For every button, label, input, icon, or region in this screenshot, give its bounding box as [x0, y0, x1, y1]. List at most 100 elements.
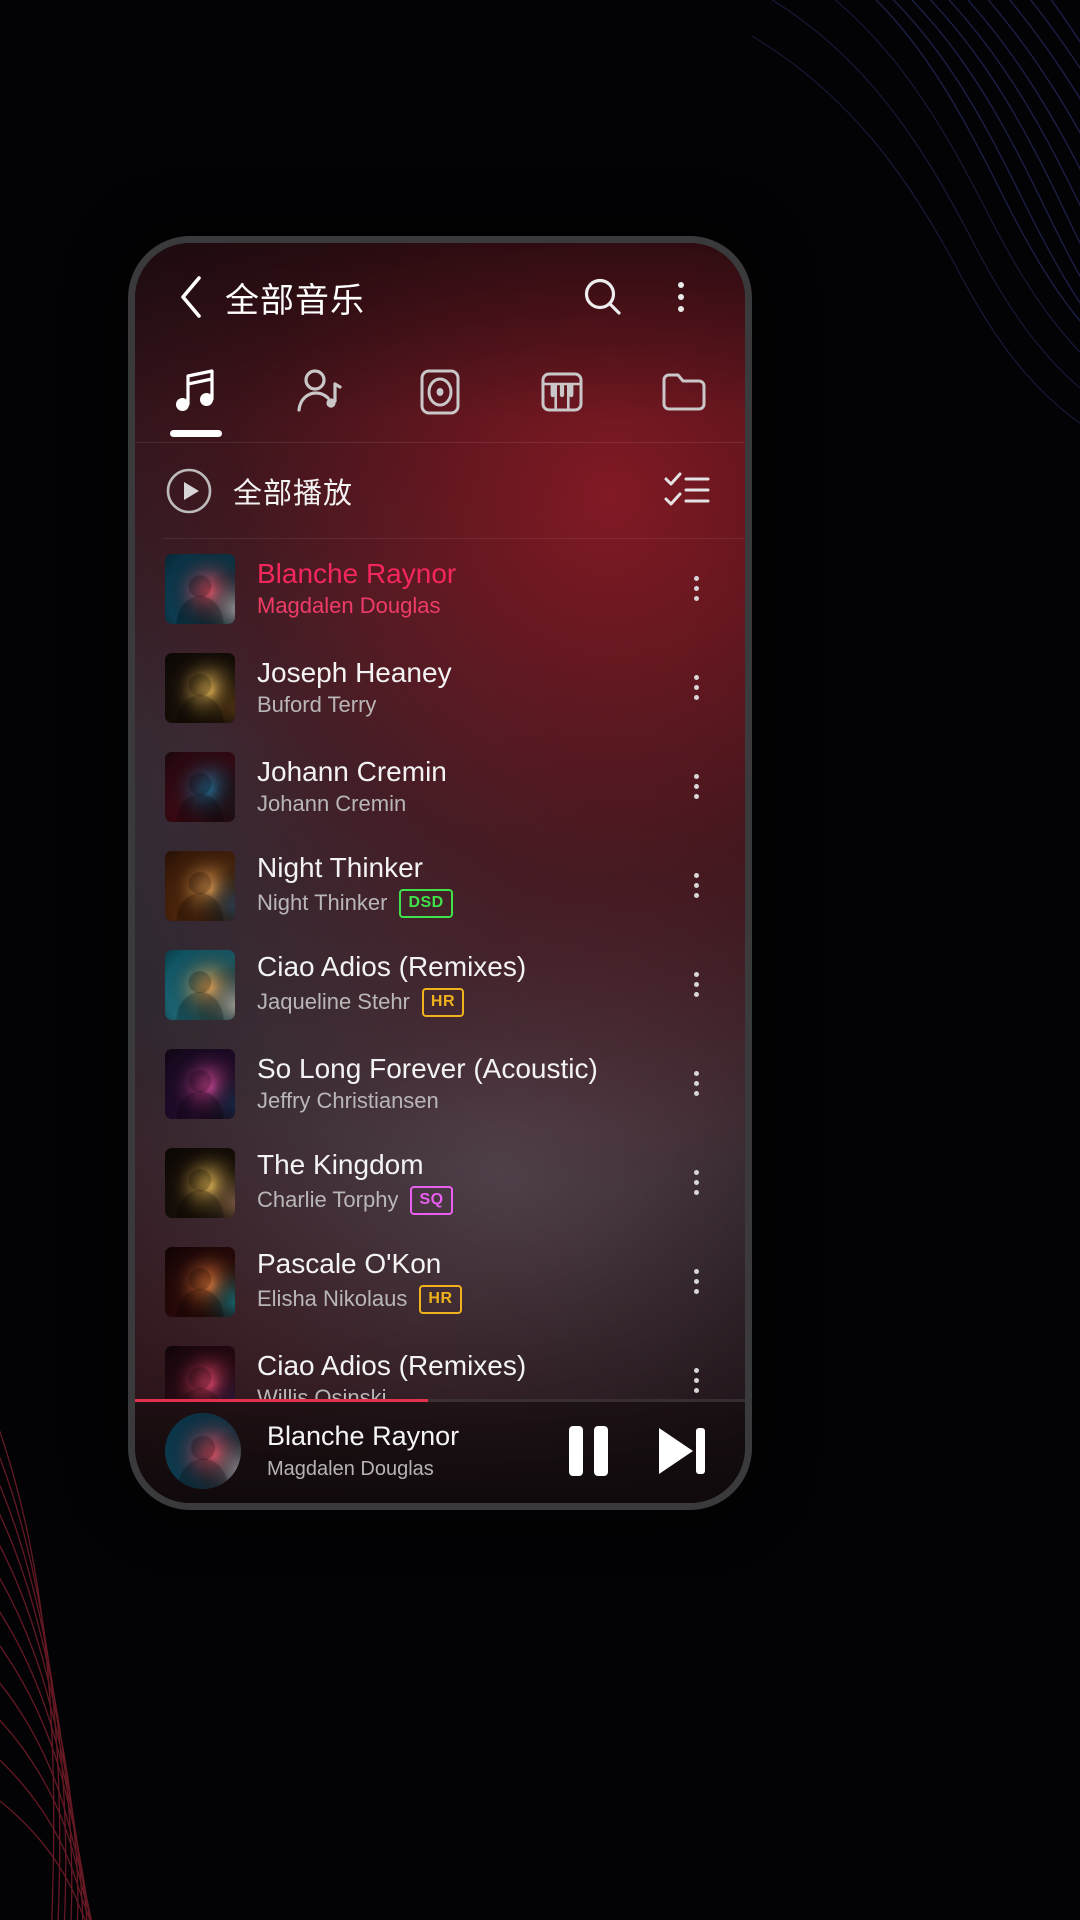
pause-icon [568, 1426, 583, 1476]
tab-albums[interactable] [385, 355, 495, 443]
more-vertical-icon [693, 1368, 699, 1393]
mini-player-artist: Magdalen Douglas [267, 1458, 434, 1480]
back-button[interactable] [163, 269, 219, 325]
checklist-icon [664, 472, 710, 506]
song-title: Joseph Heaney [257, 657, 452, 688]
song-album-art [165, 949, 235, 1020]
more-vertical-icon [693, 576, 699, 601]
more-vertical-icon [693, 1170, 699, 1195]
song-artist: Jaqueline Stehr [257, 990, 410, 1015]
song-meta: So Long Forever (Acoustic) Jeffry Christi… [257, 1054, 673, 1113]
play-all-label: 全部播放 [233, 478, 354, 510]
quality-badge-dsd: DSD [399, 888, 453, 918]
playback-progress-fill [135, 1399, 428, 1402]
song-artist: Night Thinker [257, 891, 388, 916]
song-subline: Night Thinker DSD [257, 888, 673, 918]
song-row[interactable]: Pascale O'Kon Elisha Nikolaus HR [135, 1232, 745, 1331]
song-subline: Willis Osinski [257, 1386, 673, 1399]
mini-player: Blanche Raynor Magdalen Douglas [135, 1399, 745, 1503]
song-overflow-button[interactable] [673, 653, 719, 723]
overflow-menu-button[interactable] [651, 267, 711, 327]
app-bar: 全部音乐 [135, 243, 745, 351]
song-subline: Charlie Torphy SQ [257, 1185, 673, 1215]
song-artist: Buford Terry [257, 693, 377, 718]
more-vertical-icon [693, 873, 699, 898]
song-meta: The Kingdom Charlie Torphy SQ [257, 1150, 673, 1215]
song-overflow-button[interactable] [673, 851, 719, 921]
song-meta: Ciao Adios (Remixes) Willis Osinski [257, 1351, 673, 1399]
song-meta: Joseph Heaney Buford Terry [257, 658, 673, 717]
song-title: Pascale O'Kon [257, 1249, 442, 1280]
library-tab-bar [135, 351, 745, 443]
song-overflow-button[interactable] [673, 1247, 719, 1317]
tab-songs[interactable] [141, 355, 251, 443]
song-album-art [165, 652, 235, 723]
search-button[interactable] [573, 267, 633, 327]
song-album-art [165, 850, 235, 921]
music-note-icon [176, 369, 214, 411]
tab-artists[interactable] [263, 355, 373, 443]
song-meta: Ciao Adios (Remixes) Jaqueline Stehr HR [257, 952, 673, 1017]
song-row[interactable]: The Kingdom Charlie Torphy SQ [135, 1133, 745, 1232]
tab-folders[interactable] [629, 355, 739, 443]
song-album-art [165, 751, 235, 822]
song-overflow-button[interactable] [673, 1346, 719, 1400]
song-row[interactable]: Joseph Heaney Buford Terry [135, 638, 745, 737]
phone-screen: 全部音乐 全部播放 Blanche Raynor Magdalen Dougla… [135, 243, 745, 1503]
piano-icon [541, 372, 583, 412]
song-title: Ciao Adios (Remixes) [257, 1350, 527, 1381]
song-subline: Jeffry Christiansen [257, 1089, 673, 1113]
folder-icon [662, 373, 706, 411]
mini-player-meta[interactable]: Blanche Raynor Magdalen Douglas [267, 1421, 557, 1481]
song-artist: Jeffry Christiansen [257, 1089, 439, 1114]
tab-genres[interactable] [507, 355, 617, 443]
song-row[interactable]: Blanche Raynor Magdalen Douglas [135, 539, 745, 638]
pause-button[interactable] [557, 1420, 619, 1482]
song-overflow-button[interactable] [673, 752, 719, 822]
song-album-art [165, 553, 235, 624]
song-row[interactable]: Ciao Adios (Remixes) Jaqueline Stehr HR [135, 935, 745, 1034]
song-meta: Johann Cremin Johann Cremin [257, 757, 673, 816]
quality-badge-hr: HR [421, 987, 464, 1017]
song-overflow-button[interactable] [673, 1148, 719, 1218]
song-overflow-button[interactable] [673, 1049, 719, 1119]
song-title: The Kingdom [257, 1150, 424, 1181]
song-list[interactable]: Blanche Raynor Magdalen Douglas Joseph Hea… [135, 539, 745, 1399]
search-icon [584, 278, 621, 315]
song-row[interactable]: Night Thinker Night Thinker DSD [135, 836, 745, 935]
song-row[interactable]: Johann Cremin Johann Cremin [135, 737, 745, 836]
playback-progress-track[interactable] [135, 1399, 745, 1402]
multiselect-button[interactable] [659, 463, 715, 519]
song-meta: Night Thinker Night Thinker DSD [257, 853, 673, 918]
more-vertical-icon [693, 972, 699, 997]
phone-frame: 全部音乐 全部播放 Blanche Raynor Magdalen Dougla… [128, 236, 752, 1510]
album-disc-icon [420, 369, 460, 415]
mini-player-title: Blanche Raynor [267, 1421, 460, 1451]
song-title: Night Thinker [257, 853, 424, 884]
song-title: Blanche Raynor [257, 558, 457, 589]
song-title: So Long Forever (Acoustic) [257, 1053, 598, 1084]
skip-next-icon [659, 1428, 705, 1474]
tab-active-indicator [170, 430, 222, 437]
song-album-art [165, 1048, 235, 1119]
mini-player-album-art[interactable] [165, 1413, 241, 1489]
song-album-art [165, 1147, 235, 1218]
song-artist: Magdalen Douglas [257, 594, 441, 619]
song-subline: Elisha Nikolaus HR [257, 1284, 673, 1314]
song-artist: Charlie Torphy [257, 1188, 399, 1213]
play-all-row[interactable]: 全部播放 [135, 443, 745, 539]
song-title: Johann Cremin [257, 756, 447, 787]
song-overflow-button[interactable] [673, 950, 719, 1020]
mini-player-controls [557, 1420, 711, 1482]
song-subline: Buford Terry [257, 693, 673, 717]
play-circle-icon [166, 468, 212, 514]
song-subline: Magdalen Douglas [257, 594, 673, 618]
song-row[interactable]: Ciao Adios (Remixes) Willis Osinski [135, 1331, 745, 1399]
song-album-art [165, 1345, 235, 1399]
next-track-button[interactable] [649, 1420, 711, 1482]
song-overflow-button[interactable] [673, 554, 719, 624]
quality-badge-sq: SQ [410, 1185, 453, 1215]
chevron-left-icon [181, 276, 201, 318]
song-artist: Johann Cremin [257, 792, 407, 817]
song-row[interactable]: So Long Forever (Acoustic) Jeffry Christi… [135, 1034, 745, 1133]
